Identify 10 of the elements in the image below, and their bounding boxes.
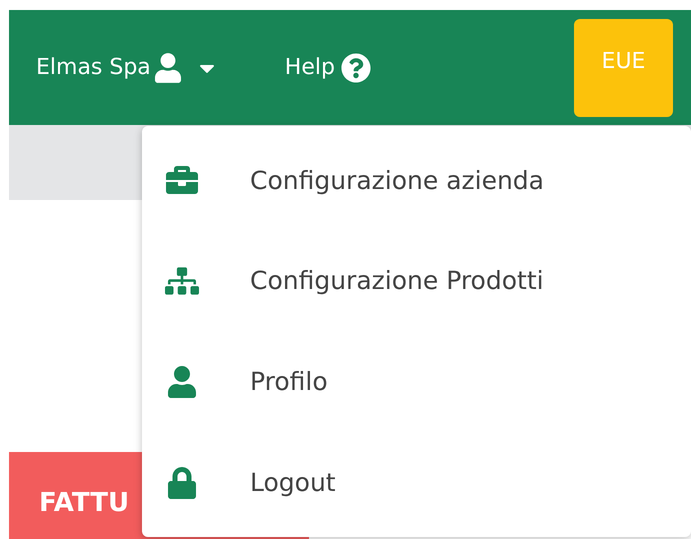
help-icon xyxy=(340,52,371,82)
company-name[interactable]: Elmas Spa xyxy=(36,51,151,84)
sitemap-icon xyxy=(164,265,200,298)
user-icon xyxy=(154,52,181,82)
briefcase-icon xyxy=(164,164,200,196)
menu-item[interactable]: Profilo xyxy=(142,336,691,427)
menu-item[interactable]: Configurazione azienda xyxy=(142,135,691,226)
help-link[interactable]: Help xyxy=(284,51,335,84)
menu-item[interactable]: Logout xyxy=(142,438,691,528)
menu-item[interactable]: Configurazione Prodotti xyxy=(142,236,691,326)
